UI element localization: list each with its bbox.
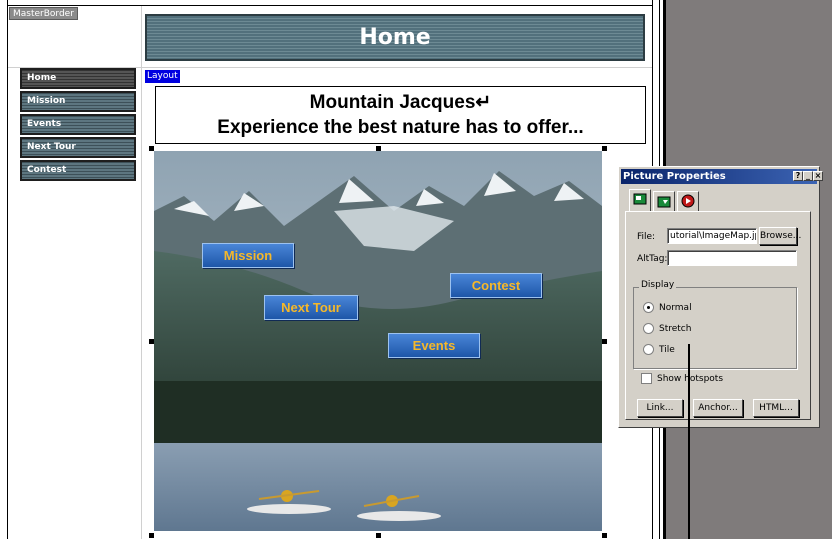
radio-tile-label: Tile xyxy=(659,345,675,355)
master-border-tag[interactable]: MasterBorder xyxy=(9,7,78,20)
image-map-picture[interactable]: Mission Next Tour Contest Events xyxy=(154,151,602,531)
radio-normal-label: Normal xyxy=(659,303,692,313)
editor-canvas: MasterBorder Home Home Mission Events Ne… xyxy=(0,0,832,539)
frame-line xyxy=(7,5,653,6)
file-field[interactable]: utorial\ImageMap.jpg xyxy=(667,228,757,244)
anchor-button[interactable]: Anchor... xyxy=(693,399,743,417)
resize-handle[interactable] xyxy=(602,146,607,151)
resize-handle[interactable] xyxy=(602,339,607,344)
tab-rollover[interactable] xyxy=(653,191,675,211)
alt-tag-label: AltTag: xyxy=(637,254,668,264)
html-button[interactable]: HTML... xyxy=(753,399,799,417)
actions-icon xyxy=(681,194,695,208)
mountain-landscape-image xyxy=(154,151,602,531)
picture-properties-dialog: Picture Properties ? _ × File: utorial\I… xyxy=(618,166,823,428)
show-hotspots-checkbox[interactable] xyxy=(641,373,652,384)
nav-item-next-tour[interactable]: Next Tour xyxy=(20,137,136,158)
nav-item-contest[interactable]: Contest xyxy=(20,160,136,181)
resize-handle[interactable] xyxy=(149,146,154,151)
picture-icon xyxy=(633,193,647,205)
resize-handle[interactable] xyxy=(149,339,154,344)
radio-stretch-label: Stretch xyxy=(659,324,692,334)
rollover-picture-icon xyxy=(657,196,671,208)
show-hotspots-label: Show hotspots xyxy=(657,374,724,384)
layout-tag[interactable]: Layout xyxy=(145,70,180,83)
resize-handle[interactable] xyxy=(149,533,154,538)
frame-line xyxy=(141,6,142,539)
browse-button[interactable]: Browse... xyxy=(759,227,801,245)
display-legend: Display xyxy=(639,280,677,290)
help-button[interactable]: ? xyxy=(793,171,803,181)
link-button[interactable]: Link... xyxy=(637,399,683,417)
text-cursor-i-beam xyxy=(688,344,690,539)
tab-picture[interactable] xyxy=(629,189,651,212)
resize-handle[interactable] xyxy=(602,533,607,538)
nav-item-events[interactable]: Events xyxy=(20,114,136,135)
nav-item-home[interactable]: Home xyxy=(20,68,136,89)
close-button[interactable]: × xyxy=(813,171,823,181)
heading-line-2: Experience the best nature has to offer.… xyxy=(217,117,584,138)
frame-line xyxy=(7,0,8,539)
alt-tag-field[interactable] xyxy=(667,250,797,266)
hotspot-mission[interactable]: Mission xyxy=(202,243,294,268)
minimize-button[interactable]: _ xyxy=(803,171,813,181)
hotspot-next-tour[interactable]: Next Tour xyxy=(264,295,358,320)
dialog-titlebar[interactable]: Picture Properties ? _ × xyxy=(621,169,823,184)
heading-text-box[interactable]: Mountain Jacques↵ Experience the best na… xyxy=(155,86,646,144)
tab-actions[interactable] xyxy=(677,191,699,211)
resize-handle[interactable] xyxy=(376,146,381,151)
hotspot-contest[interactable]: Contest xyxy=(450,273,542,298)
dialog-title: Picture Properties xyxy=(623,171,726,182)
page-title-banner[interactable]: Home xyxy=(145,14,645,61)
radio-normal[interactable] xyxy=(643,302,654,313)
radio-stretch[interactable] xyxy=(643,323,654,334)
nav-item-mission[interactable]: Mission xyxy=(20,91,136,112)
resize-handle[interactable] xyxy=(376,533,381,538)
file-label: File: xyxy=(637,232,656,242)
display-group xyxy=(633,287,797,369)
heading-line-1: Mountain Jacques↵ xyxy=(309,92,492,113)
nav-bar: Home Mission Events Next Tour Contest xyxy=(20,68,136,183)
hotspot-events[interactable]: Events xyxy=(388,333,480,358)
radio-tile[interactable] xyxy=(643,344,654,355)
